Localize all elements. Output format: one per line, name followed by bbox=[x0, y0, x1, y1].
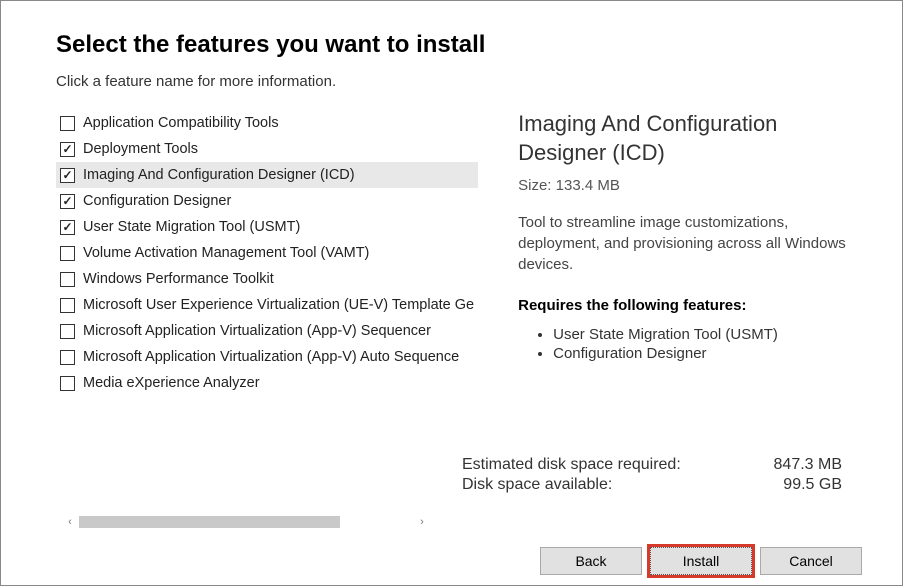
feature-item[interactable]: Microsoft Application Virtualization (Ap… bbox=[56, 344, 478, 370]
scroll-right-icon[interactable]: › bbox=[413, 513, 431, 530]
requires-item: User State Migration Tool (USMT) bbox=[553, 326, 852, 343]
feature-checkbox[interactable] bbox=[60, 142, 75, 157]
feature-label: Microsoft User Experience Virtualization… bbox=[83, 297, 474, 313]
feature-label: Windows Performance Toolkit bbox=[83, 271, 274, 287]
install-button-highlight: Install bbox=[650, 547, 752, 575]
feature-item[interactable]: Microsoft Application Virtualization (Ap… bbox=[56, 318, 478, 344]
detail-description: Tool to streamline image customizations,… bbox=[518, 212, 852, 275]
scroll-left-icon[interactable]: ‹ bbox=[61, 513, 79, 530]
feature-label: Microsoft Application Virtualization (Ap… bbox=[83, 349, 459, 365]
feature-item[interactable]: Deployment Tools bbox=[56, 136, 478, 162]
feature-checkbox[interactable] bbox=[60, 246, 75, 261]
feature-label: Volume Activation Management Tool (VAMT) bbox=[83, 245, 369, 261]
feature-label: Configuration Designer bbox=[83, 193, 231, 209]
feature-item[interactable]: Media eXperience Analyzer bbox=[56, 370, 478, 396]
scroll-thumb[interactable] bbox=[79, 516, 340, 528]
feature-checkbox[interactable] bbox=[60, 324, 75, 339]
disk-available-value: 99.5 GB bbox=[783, 476, 842, 494]
feature-checkbox[interactable] bbox=[60, 116, 75, 131]
feature-item[interactable]: Microsoft User Experience Virtualization… bbox=[56, 292, 478, 318]
feature-item[interactable]: Application Compatibility Tools bbox=[56, 110, 478, 136]
feature-item[interactable]: Configuration Designer bbox=[56, 188, 478, 214]
requires-item: Configuration Designer bbox=[553, 345, 852, 362]
detail-size: Size: 133.4 MB bbox=[518, 177, 852, 194]
button-row: Back Install Cancel bbox=[540, 547, 862, 575]
feature-detail-panel: Imaging And Configuration Designer (ICD)… bbox=[518, 110, 862, 396]
feature-item[interactable]: Volume Activation Management Tool (VAMT) bbox=[56, 240, 478, 266]
feature-checkbox[interactable] bbox=[60, 194, 75, 209]
disk-required-value: 847.3 MB bbox=[774, 456, 842, 474]
back-button[interactable]: Back bbox=[540, 547, 642, 575]
install-button[interactable]: Install bbox=[650, 547, 752, 575]
feature-item[interactable]: Windows Performance Toolkit bbox=[56, 266, 478, 292]
feature-checkbox[interactable] bbox=[60, 376, 75, 391]
detail-title: Imaging And Configuration Designer (ICD) bbox=[518, 110, 852, 167]
feature-checkbox[interactable] bbox=[60, 350, 75, 365]
feature-item[interactable]: Imaging And Configuration Designer (ICD) bbox=[56, 162, 478, 188]
requires-heading: Requires the following features: bbox=[518, 297, 852, 314]
cancel-button[interactable]: Cancel bbox=[760, 547, 862, 575]
page-subtitle: Click a feature name for more informatio… bbox=[56, 73, 862, 90]
feature-label: User State Migration Tool (USMT) bbox=[83, 219, 300, 235]
feature-label: Microsoft Application Virtualization (Ap… bbox=[83, 323, 431, 339]
requires-list: User State Migration Tool (USMT) Configur… bbox=[518, 326, 852, 362]
scroll-track[interactable] bbox=[79, 516, 413, 528]
feature-checkbox[interactable] bbox=[60, 298, 75, 313]
feature-label: Application Compatibility Tools bbox=[83, 115, 279, 131]
feature-checkbox[interactable] bbox=[60, 220, 75, 235]
feature-item[interactable]: User State Migration Tool (USMT) bbox=[56, 214, 478, 240]
disk-available-label: Disk space available: bbox=[462, 476, 612, 494]
feature-checkbox[interactable] bbox=[60, 272, 75, 287]
feature-label: Imaging And Configuration Designer (ICD) bbox=[83, 167, 355, 183]
installer-window: Select the features you want to install … bbox=[0, 0, 903, 586]
feature-label: Media eXperience Analyzer bbox=[83, 375, 260, 391]
feature-horizontal-scrollbar[interactable]: ‹ › bbox=[61, 513, 431, 530]
feature-checkbox[interactable] bbox=[60, 168, 75, 183]
feature-label: Deployment Tools bbox=[83, 141, 198, 157]
feature-list: Application Compatibility Tools Deploymen… bbox=[56, 110, 478, 396]
disk-info: Estimated disk space required: 847.3 MB … bbox=[462, 456, 842, 496]
page-heading: Select the features you want to install bbox=[56, 31, 862, 59]
disk-required-label: Estimated disk space required: bbox=[462, 456, 681, 474]
